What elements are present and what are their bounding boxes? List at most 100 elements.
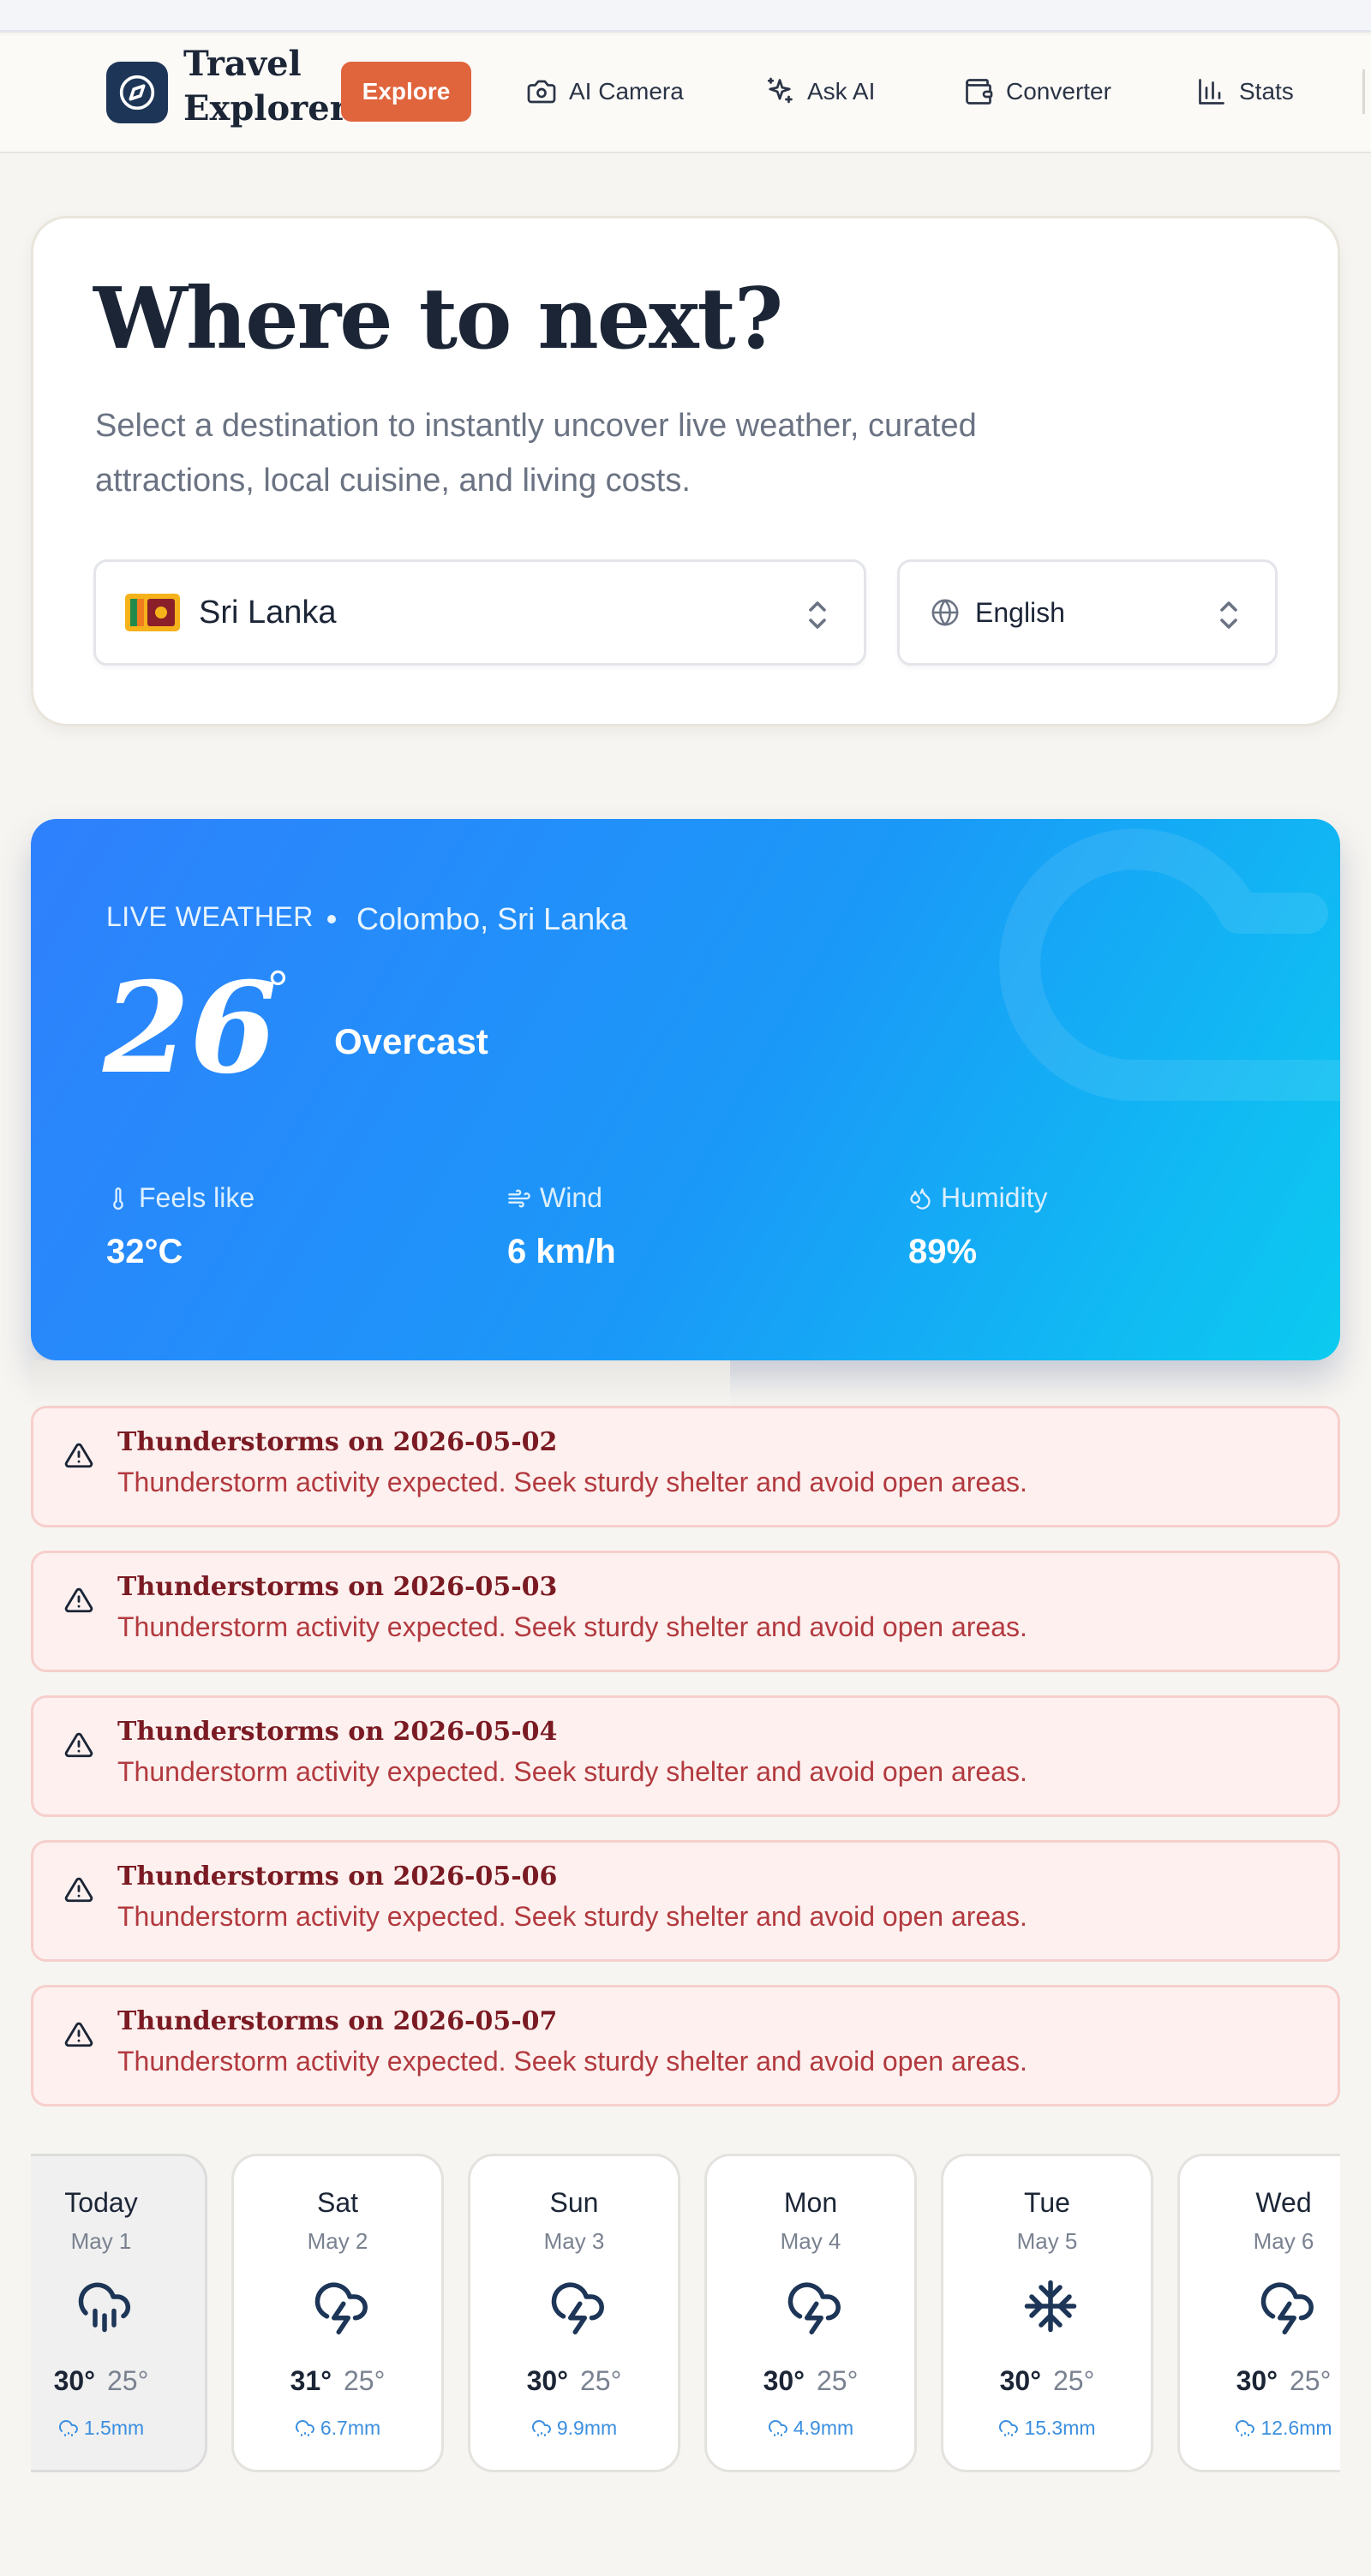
forecast-day-name: Sun <box>549 2187 599 2218</box>
brand-logo[interactable] <box>106 62 168 123</box>
forecast-day-card[interactable]: Mon May 4 30° 25° 4.9mm <box>704 2154 917 2472</box>
alert-message: Thunderstorm activity expected. Seek stu… <box>117 2046 1027 2077</box>
forecast-scroller[interactable]: Today May 1 30° 25° 1.5mm Sat May 2 31° 25… <box>31 2152 1340 2477</box>
rain-drizzle-icon <box>1236 2419 1255 2436</box>
country-select-value: Sri Lanka <box>199 594 337 631</box>
forecast-date: May 5 <box>1016 2228 1078 2254</box>
forecast-date: May 4 <box>780 2228 841 2254</box>
bar-chart-icon <box>1199 79 1224 105</box>
forecast-temps: 30° 25° <box>943 2365 1151 2397</box>
warning-triangle-icon <box>64 1732 93 1758</box>
wind-icon <box>508 1189 530 1207</box>
forecast-high: 31° <box>290 2365 332 2396</box>
cloud-lightning-icon <box>787 2282 841 2334</box>
top-navigation: Travel Explorer Explore AI Camera Ask AI… <box>0 35 1371 153</box>
feels-like-stat: Feels like 32°C <box>106 1182 254 1271</box>
forecast-day-card[interactable]: Wed May 6 30° 25° 12.6mm <box>1177 2154 1340 2472</box>
nav-explore-button[interactable]: Explore <box>341 62 471 122</box>
country-select[interactable]: Sri Lanka <box>93 559 866 666</box>
forecast-temps: 30° 25° <box>1180 2365 1340 2397</box>
forecast-rain-amount: 6.7mm <box>320 2417 381 2439</box>
camera-icon <box>527 80 556 104</box>
forecast-day-card[interactable]: Today May 1 30° 25° 1.5mm <box>31 2154 207 2472</box>
forecast-high: 30° <box>526 2365 568 2396</box>
wind-value: 6 km/h <box>507 1233 616 1270</box>
wind-label: Wind <box>540 1182 602 1213</box>
alert-title: Thunderstorms on 2026-05-04 <box>117 1717 558 1747</box>
forecast-date: May 1 <box>70 2228 132 2254</box>
weather-condition: Overcast <box>334 1021 488 1061</box>
forecast-day-name: Sat <box>316 2187 359 2218</box>
forecast-temps: 30° 25° <box>470 2365 678 2397</box>
weather-alert: Thunderstorms on 2026-05-03 Thunderstorm… <box>31 1551 1340 1672</box>
cloud-icon <box>999 828 1340 1101</box>
forecast-day-card[interactable]: Sun May 3 30° 25° 9.9mm <box>468 2154 680 2472</box>
forecast-day-name: Today <box>64 2187 138 2218</box>
destination-picker-card: Where to next? Select a destination to i… <box>31 216 1340 726</box>
sparkles-icon <box>767 77 793 104</box>
nav-stats[interactable]: Stats <box>1196 70 1294 113</box>
feels-like-value: 32°C <box>106 1233 183 1270</box>
forecast-low: 25° <box>1290 2365 1332 2396</box>
forecast-temps: 31° 25° <box>234 2365 441 2397</box>
forecast-day-name: Mon <box>783 2187 838 2218</box>
sri-lanka-flag-icon <box>125 594 180 631</box>
forecast-day-card[interactable]: Tue May 5 30° 25° 15.3mm <box>941 2154 1153 2472</box>
forecast-day-name: Wed <box>1255 2187 1312 2218</box>
brand-name[interactable]: Travel Explorer <box>183 42 348 131</box>
forecast-low: 25° <box>580 2365 622 2396</box>
warning-triangle-icon <box>64 2022 93 2047</box>
snowflake-icon <box>1024 2280 1077 2333</box>
degree-symbol: ° <box>267 960 289 1019</box>
cloud-lightning-icon <box>1260 2282 1314 2334</box>
alert-message: Thunderstorm activity expected. Seek stu… <box>117 1901 1027 1932</box>
current-temperature: 26 <box>103 955 278 1102</box>
alert-message: Thunderstorm activity expected. Seek stu… <box>117 1756 1027 1787</box>
nav-ai-camera-label: AI Camera <box>569 78 684 105</box>
globe-icon <box>931 599 959 626</box>
alert-title: Thunderstorms on 2026-05-03 <box>117 1572 558 1602</box>
forecast-day-card[interactable]: Sat May 2 31° 25° 6.7mm <box>231 2154 444 2472</box>
forecast-date: May 2 <box>307 2228 368 2254</box>
forecast-rain: 9.9mm <box>470 2417 678 2440</box>
nav-converter-label: Converter <box>1006 78 1111 105</box>
live-weather-label: LIVE WEATHER <box>106 901 314 932</box>
forecast-high: 30° <box>53 2365 95 2396</box>
rain-drizzle-icon <box>531 2419 551 2436</box>
warning-triangle-icon <box>64 1877 93 1903</box>
nav-converter[interactable]: Converter <box>963 70 1111 113</box>
alert-title: Thunderstorms on 2026-05-02 <box>117 1427 558 1457</box>
forecast-low: 25° <box>107 2365 149 2396</box>
cloud-lightning-icon <box>551 2282 604 2334</box>
wind-stat: Wind 6 km/h <box>507 1182 616 1271</box>
page-subtitle: Select a destination to instantly uncove… <box>95 408 977 499</box>
warning-triangle-icon <box>64 1443 93 1468</box>
alert-message: Thunderstorm activity expected. Seek stu… <box>117 1467 1027 1497</box>
rain-drizzle-icon <box>295 2419 314 2436</box>
nav-ai-camera[interactable]: AI Camera <box>526 70 684 113</box>
nav-stats-label: Stats <box>1239 78 1294 105</box>
forecast-date: May 6 <box>1253 2228 1314 2254</box>
humidity-label: Humidity <box>941 1182 1048 1213</box>
forecast-day-name: Tue <box>1024 2187 1070 2218</box>
forecast-rain-amount: 4.9mm <box>793 2417 854 2439</box>
thermometer-icon <box>113 1186 123 1210</box>
forecast-high: 30° <box>763 2365 805 2396</box>
page-title: Where to next? <box>93 270 783 368</box>
card-shadow <box>31 1360 730 1405</box>
rain-drizzle-icon <box>999 2419 1019 2436</box>
weather-alert: Thunderstorms on 2026-05-07 Thunderstorm… <box>31 1985 1340 2107</box>
forecast-rain: 1.5mm <box>31 2417 205 2440</box>
forecast-high: 30° <box>999 2365 1041 2396</box>
feels-like-label: Feels like <box>139 1182 255 1213</box>
forecast-low: 25° <box>817 2365 859 2396</box>
forecast-rain-amount: 1.5mm <box>83 2417 145 2439</box>
browser-top-strip <box>0 0 1371 33</box>
forecast-rain: 15.3mm <box>943 2417 1151 2440</box>
weather-alert: Thunderstorms on 2026-05-02 Thunderstorm… <box>31 1406 1340 1527</box>
warning-triangle-icon <box>64 1587 93 1613</box>
nav-ask-ai[interactable]: Ask AI <box>764 70 875 113</box>
live-weather-card: LIVE WEATHER Colombo, Sri Lanka 26 ° Ove… <box>31 819 1340 1360</box>
forecast-rain-amount: 15.3mm <box>1024 2417 1096 2439</box>
language-select[interactable]: English <box>897 559 1278 666</box>
